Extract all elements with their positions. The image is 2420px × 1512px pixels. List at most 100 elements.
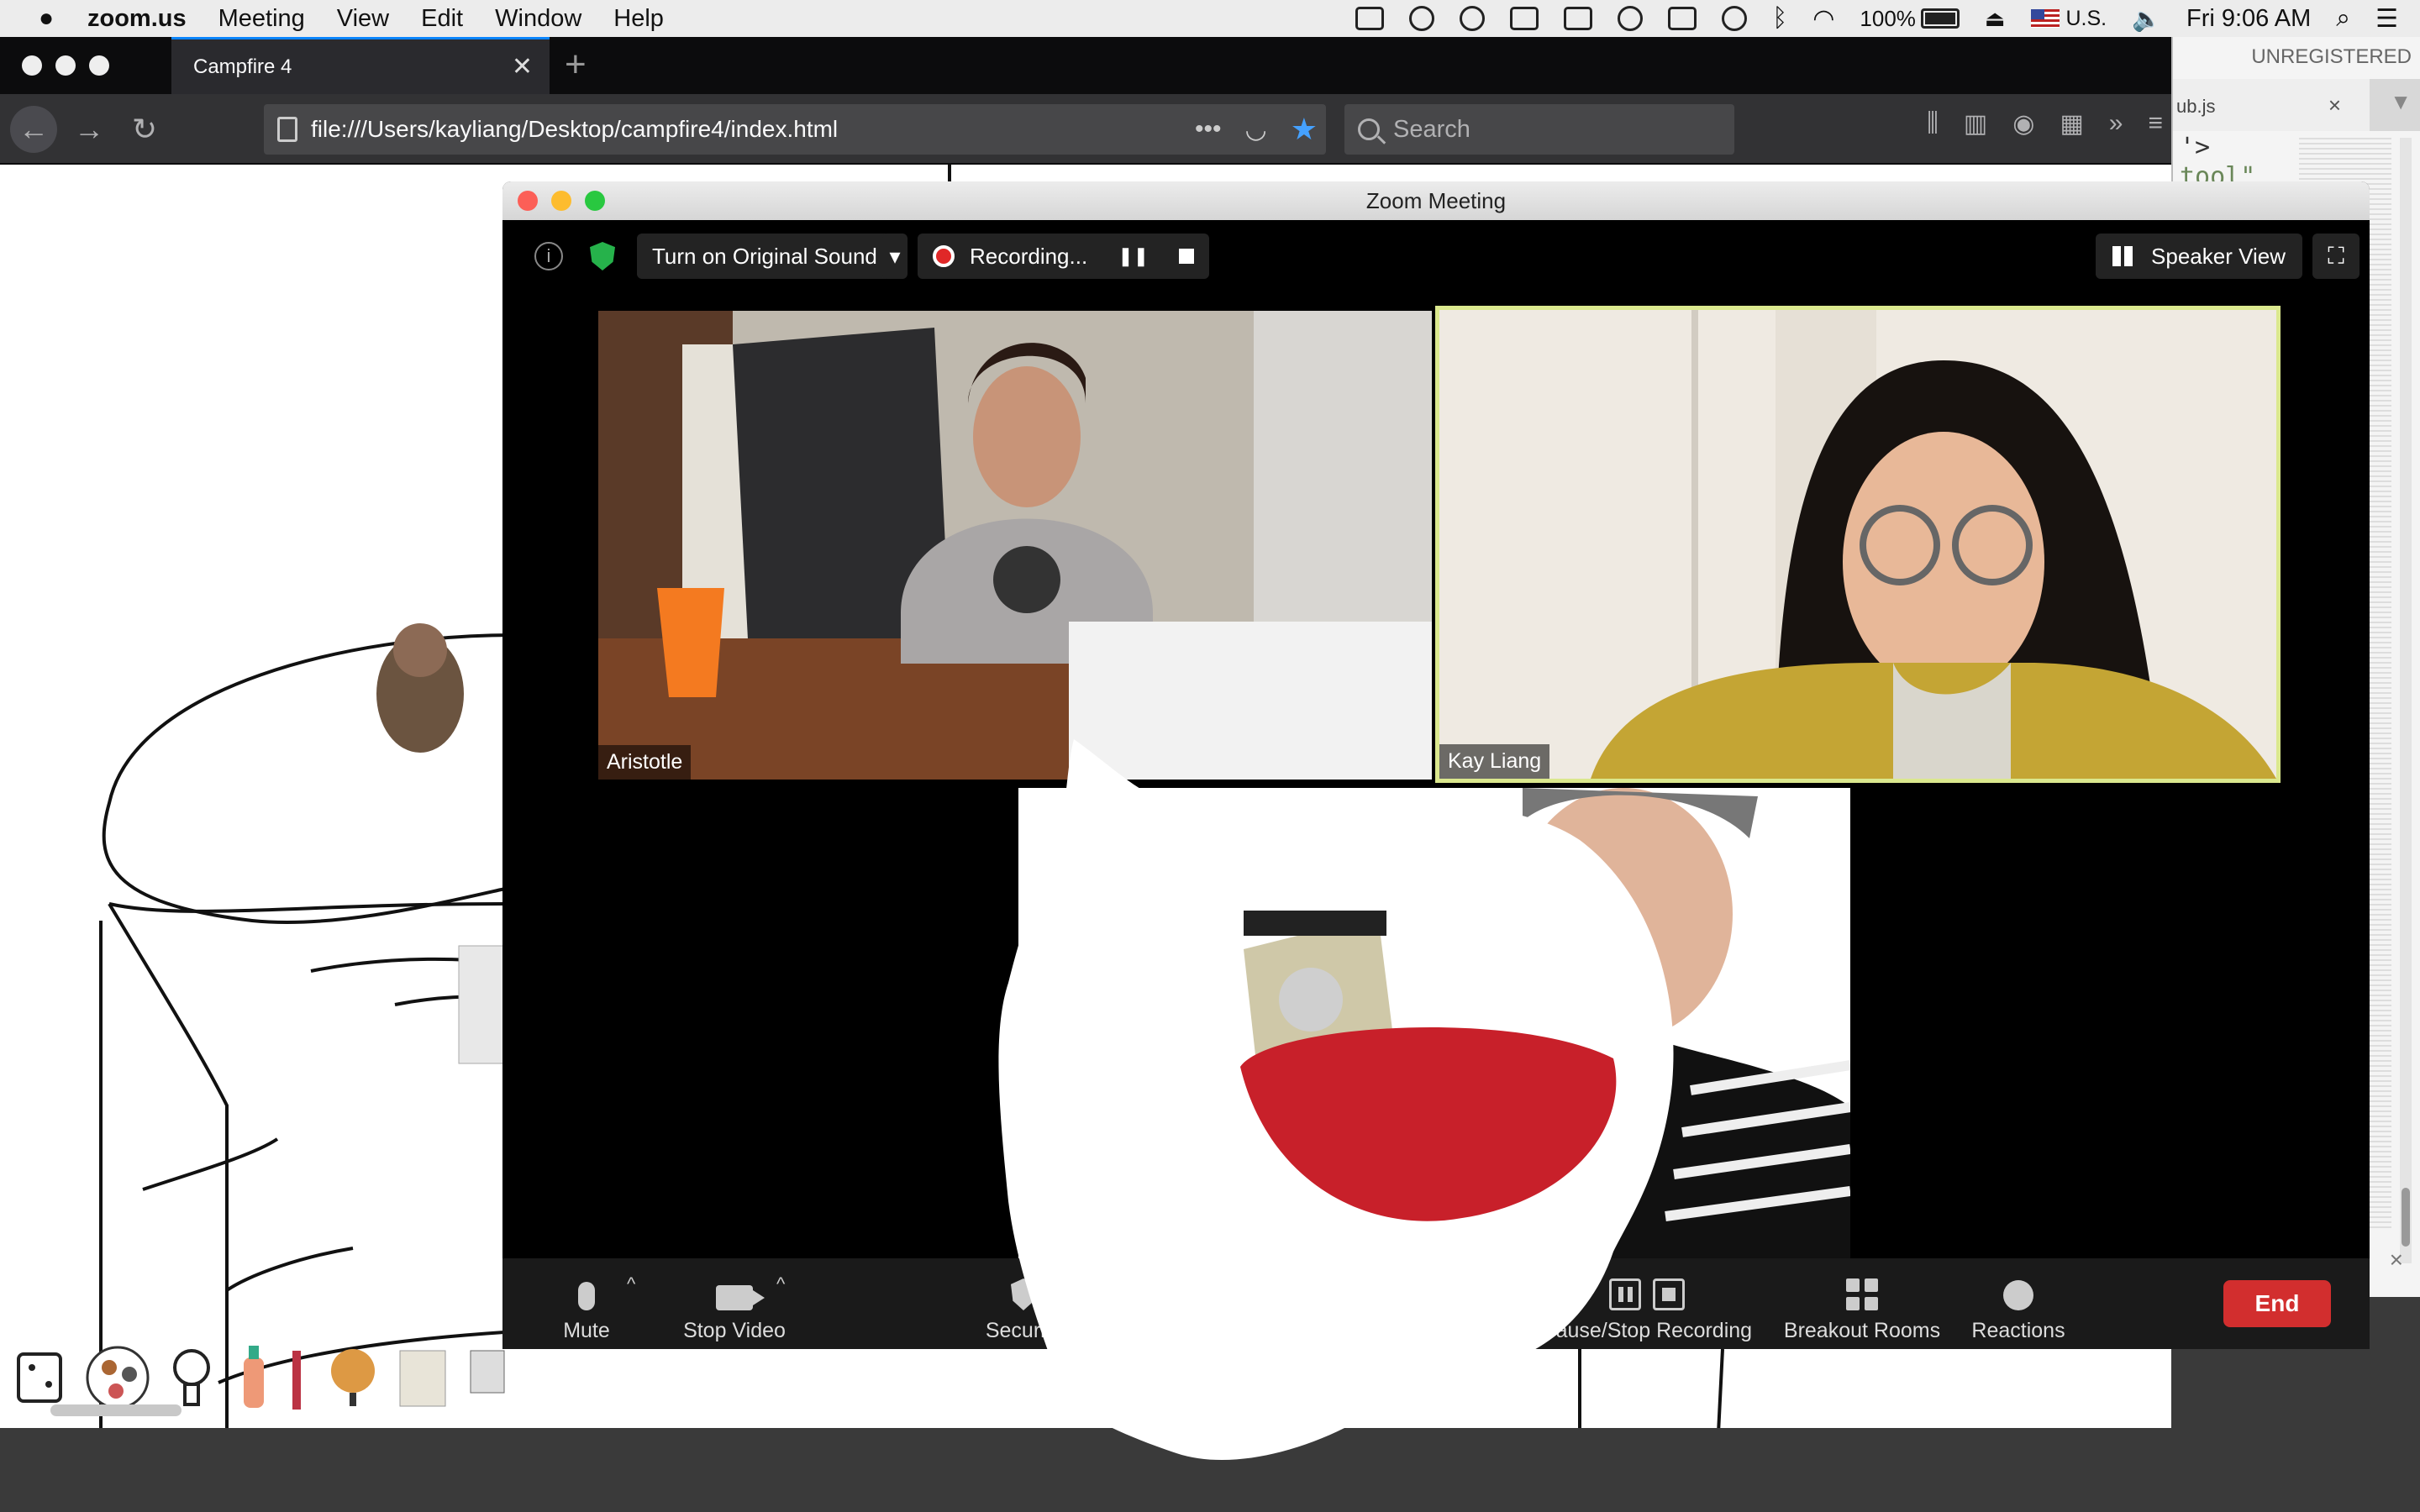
screen-record-icon[interactable] <box>1460 6 1486 31</box>
speaker-view-button[interactable]: Speaker View <box>2096 234 2302 279</box>
creative-cloud-icon[interactable] <box>1409 6 1435 31</box>
search-placeholder: Search <box>1393 115 1470 143</box>
battery-indicator[interactable]: 100% <box>1860 6 1960 32</box>
bookmark-star-icon[interactable]: ★ <box>1291 112 1318 147</box>
zoom-status-icon[interactable] <box>1355 7 1385 30</box>
menu-app-name[interactable]: zoom.us <box>87 5 187 33</box>
back-arrow-icon[interactable]: ← <box>10 106 57 153</box>
participant-name-aristotle: Aristotle <box>598 745 692 780</box>
browser-window-controls <box>22 55 109 76</box>
horizontal-scrollbar[interactable] <box>50 1404 182 1416</box>
video-options-chevron-icon[interactable]: ^ <box>776 1273 785 1295</box>
pause-recording-icon[interactable]: ❚❚ <box>1118 245 1149 267</box>
url-text[interactable]: file:///Users/kayliang/Desktop/campfire4… <box>311 116 838 143</box>
apple-menu-icon[interactable]: ● <box>22 4 71 33</box>
sticker-palette <box>17 1346 505 1410</box>
bottle-sticker[interactable] <box>244 1346 264 1408</box>
reload-icon[interactable]: ↻ <box>121 106 168 153</box>
stop-video-button[interactable]: Stop Video <box>676 1273 793 1343</box>
sidebar-icon[interactable]: ▥ <box>1964 109 1987 139</box>
menu-meeting[interactable]: Meeting <box>218 5 305 33</box>
fullscreen-icon[interactable]: ⛶ <box>2312 234 2360 279</box>
browser-nav-bar: ← → ↻ file:///Users/kayliang/Desktop/cam… <box>0 94 2171 165</box>
time-machine-icon[interactable] <box>1722 6 1748 31</box>
editor-close-panel-icon[interactable]: × <box>2390 1247 2403 1273</box>
lightbulb-sticker[interactable] <box>173 1349 210 1406</box>
video-tile-kay-liang[interactable]: Kay Liang <box>1435 306 2281 783</box>
zoom-maximize-button[interactable] <box>585 191 605 211</box>
recording-indicator[interactable]: Recording... ❚❚ <box>918 234 1210 279</box>
display-icon[interactable] <box>1510 7 1539 30</box>
page-file-icon <box>277 117 297 142</box>
window-manager-icon[interactable] <box>1564 7 1593 30</box>
notification-center-icon[interactable]: ☰ <box>2375 4 2398 34</box>
pencil-sticker[interactable] <box>292 1351 301 1410</box>
gallery-grid-icon <box>2112 246 2133 266</box>
card-sticker[interactable] <box>399 1350 446 1407</box>
extension-icon[interactable]: ▦ <box>2060 109 2083 139</box>
code-line-1: '> <box>2180 133 2211 162</box>
spinner-sticker[interactable] <box>86 1346 150 1410</box>
menu-help[interactable]: Help <box>613 5 664 33</box>
menubar-clock[interactable]: Fri 9:06 AM <box>2186 5 2311 33</box>
zoom-close-button[interactable] <box>518 191 538 211</box>
end-meeting-button[interactable]: End <box>2223 1280 2331 1327</box>
bluetooth-icon[interactable]: ᛒ <box>1772 4 1787 33</box>
original-sound-dropdown-icon[interactable]: ▾ <box>882 234 908 279</box>
new-tab-icon[interactable]: + <box>565 44 587 86</box>
overflow-chevron-icon[interactable]: » <box>2109 109 2123 139</box>
hamburger-menu-icon[interactable]: ≡ <box>2148 109 2163 139</box>
battery-icon <box>1920 8 1960 29</box>
canvas-partial-image[interactable] <box>458 945 505 1064</box>
editor-scrollbar[interactable] <box>2400 138 2412 1263</box>
close-tab-icon[interactable]: ✕ <box>512 52 533 81</box>
encryption-shield-icon[interactable] <box>590 242 615 270</box>
browser-minimize-button[interactable] <box>55 55 76 76</box>
stop-recording-icon[interactable] <box>1179 249 1195 264</box>
browser-tab-campfire[interactable]: Campfire 4 ✕ <box>171 37 550 94</box>
pocket-icon[interactable]: ◡ <box>1245 115 1267 144</box>
editor-tab-close-icon[interactable]: × <box>2328 92 2341 118</box>
wifi-icon[interactable]: ◠ <box>1812 4 1834 34</box>
menu-window[interactable]: Window <box>495 5 581 33</box>
browser-close-button[interactable] <box>22 55 42 76</box>
original-sound-button[interactable]: Turn on Original Sound <box>637 234 892 279</box>
mute-label: Mute <box>563 1319 610 1342</box>
video-tile-aristotle[interactable]: Aristotle <box>598 311 1432 780</box>
battery-percent: 100% <box>1860 5 1916 31</box>
us-flag-icon <box>2030 9 2060 28</box>
forward-arrow-icon[interactable]: → <box>66 106 113 153</box>
reactions-label: Reactions <box>1971 1319 2065 1342</box>
menu-edit[interactable]: Edit <box>421 5 463 33</box>
breakout-rooms-button[interactable]: Breakout Rooms <box>1781 1273 1943 1343</box>
page-actions-icon[interactable]: ••• <box>1195 115 1222 144</box>
white-drawing-blob[interactable] <box>992 731 1697 1470</box>
editor-tab[interactable]: ub.js × <box>2173 79 2370 131</box>
audio-options-chevron-icon[interactable]: ^ <box>627 1273 635 1295</box>
library-icon[interactable]: ⫼ <box>1927 109 1939 139</box>
spotlight-search-icon[interactable]: ⌕ <box>2336 4 2350 33</box>
globe-sticker[interactable] <box>331 1349 375 1406</box>
dice-sticker[interactable] <box>17 1352 62 1403</box>
mute-button[interactable]: Mute <box>553 1273 620 1343</box>
menu-view[interactable]: View <box>337 5 389 33</box>
mac-menubar: ● zoom.us Meeting View Edit Window Help … <box>0 0 2420 37</box>
input-source[interactable]: U.S. <box>2030 7 2107 31</box>
url-bar[interactable]: file:///Users/kayliang/Desktop/campfire4… <box>264 104 1326 155</box>
partial-sticker[interactable] <box>470 1350 505 1394</box>
account-icon[interactable]: ◉ <box>2012 109 2034 139</box>
search-bar[interactable]: Search <box>1344 104 1734 155</box>
browser-zoom-button[interactable] <box>89 55 109 76</box>
breakout-rooms-icon <box>1846 1278 1878 1310</box>
volume-icon[interactable]: 🔈 <box>2132 5 2161 33</box>
aristotle-video-feed <box>598 311 1432 780</box>
browser-tab-title: Campfire 4 <box>193 55 292 78</box>
recording-label: Recording... <box>970 243 1088 269</box>
reactions-button[interactable]: Reactions <box>1968 1273 2069 1343</box>
do-not-disturb-icon[interactable] <box>1618 6 1644 31</box>
eject-icon[interactable]: ⏏ <box>1985 6 2006 32</box>
editor-tab-dropdown-icon[interactable]: ▼ <box>2390 89 2412 115</box>
zoom-minimize-button[interactable] <box>551 191 571 211</box>
meeting-info-icon[interactable]: i <box>534 242 563 270</box>
airplay-icon[interactable] <box>1668 7 1697 30</box>
